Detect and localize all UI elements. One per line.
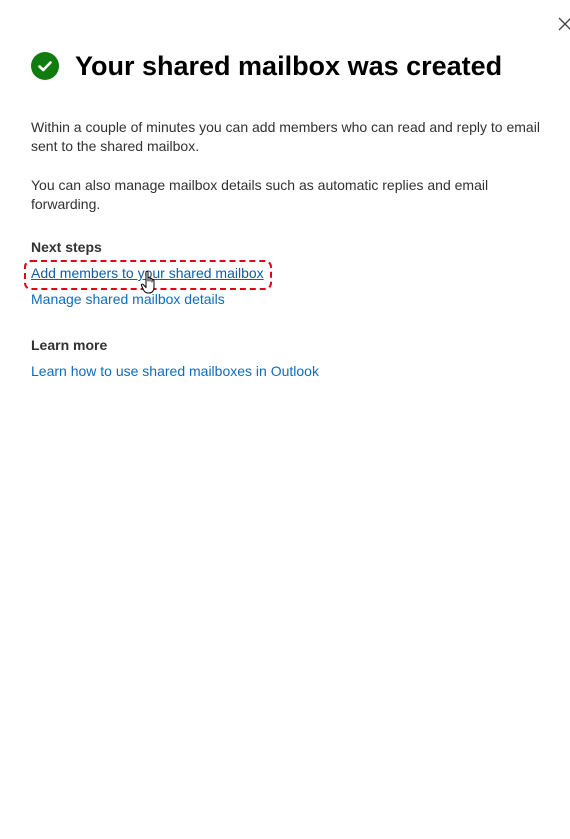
- learn-more-heading: Learn more: [31, 337, 108, 353]
- shared-mailbox-created-panel: Your shared mailbox was created Within a…: [0, 0, 570, 839]
- manage-mailbox-details-link[interactable]: Manage shared mailbox details: [31, 290, 225, 309]
- dialog-header: Your shared mailbox was created: [31, 50, 502, 82]
- next-steps-heading: Next steps: [31, 239, 102, 255]
- checkmark-circle-icon: [31, 52, 59, 80]
- close-icon: [558, 17, 570, 31]
- page-title: Your shared mailbox was created: [75, 51, 503, 81]
- close-button[interactable]: [553, 12, 570, 36]
- learn-shared-mailboxes-link[interactable]: Learn how to use shared mailboxes in Out…: [31, 362, 319, 381]
- description-paragraph: Within a couple of minutes you can add m…: [31, 119, 540, 154]
- add-members-link[interactable]: Add members to your shared mailbox: [31, 264, 264, 283]
- manage-details-paragraph: You can also manage mailbox details such…: [31, 177, 489, 212]
